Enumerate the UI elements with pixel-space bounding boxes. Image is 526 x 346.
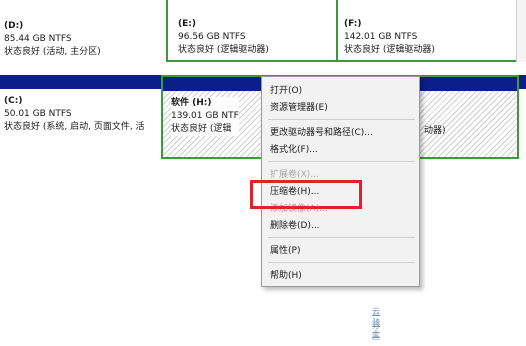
volume-d[interactable]: (D:) 85.44 GB NTFS 状态良好 (活动, 主分区)	[0, 0, 166, 62]
volume-status: 状态良好 (系统, 启动, 页面文件, 活	[4, 122, 145, 132]
menu-item-format[interactable]: 格式化(F)...	[270, 142, 415, 158]
volume-f[interactable]: (F:) 142.01 GB NTFS 状态良好 (逻辑驱动器)	[338, 0, 516, 62]
highlight-box	[250, 180, 362, 209]
menu-separator	[268, 237, 415, 238]
volume-status: 状态良好 (活动, 主分区)	[4, 47, 101, 57]
volume-size: 85.44 GB NTFS	[4, 34, 72, 44]
volume-letter: (D:)	[4, 21, 24, 31]
volume-e[interactable]: (E:) 96.56 GB NTFS 状态良好 (逻辑驱动器)	[166, 0, 338, 62]
menu-item-properties[interactable]: 属性(P)	[270, 243, 415, 259]
volume-status-tail: 动器)	[424, 126, 446, 136]
volume-size: 96.56 GB NTFS	[178, 32, 246, 42]
volume-size: 50.01 GB NTFS	[4, 109, 72, 119]
menu-item-open[interactable]: 打开(O)	[270, 83, 415, 99]
menu-separator	[268, 161, 415, 162]
volume-letter: 软件 (H:)	[171, 98, 212, 108]
volume-status: 状态良好 (逻辑驱动器)	[344, 45, 435, 55]
menu-item-change-letter[interactable]: 更改驱动器号和路径(C)...	[270, 125, 415, 141]
menu-separator	[268, 262, 415, 263]
volume-edge-strip	[519, 75, 526, 159]
volume-letter: (E:)	[178, 19, 196, 29]
volume-status: 状态良好 (逻辑驱动器)	[178, 45, 269, 55]
volume-status: 状态良好 (逻辑	[171, 124, 232, 134]
menu-item-explorer[interactable]: 资源管理器(E)	[270, 100, 415, 116]
volume-size: 142.01 GB NTFS	[344, 32, 418, 42]
menu-item-delete[interactable]: 删除卷(D)...	[270, 218, 415, 234]
menu-item-help[interactable]: 帮助(H)	[270, 268, 415, 284]
volume-letter: (C:)	[4, 96, 23, 106]
menu-separator	[268, 119, 415, 120]
volume-edge-strip	[516, 0, 526, 62]
volume-header-bar	[0, 75, 161, 89]
volume-c[interactable]: (C:) 50.01 GB NTFS 状态良好 (系统, 启动, 页面文件, 活	[0, 75, 161, 159]
volume-letter: (F:)	[344, 19, 362, 29]
volume-size: 139.01 GB NTF	[171, 111, 239, 121]
